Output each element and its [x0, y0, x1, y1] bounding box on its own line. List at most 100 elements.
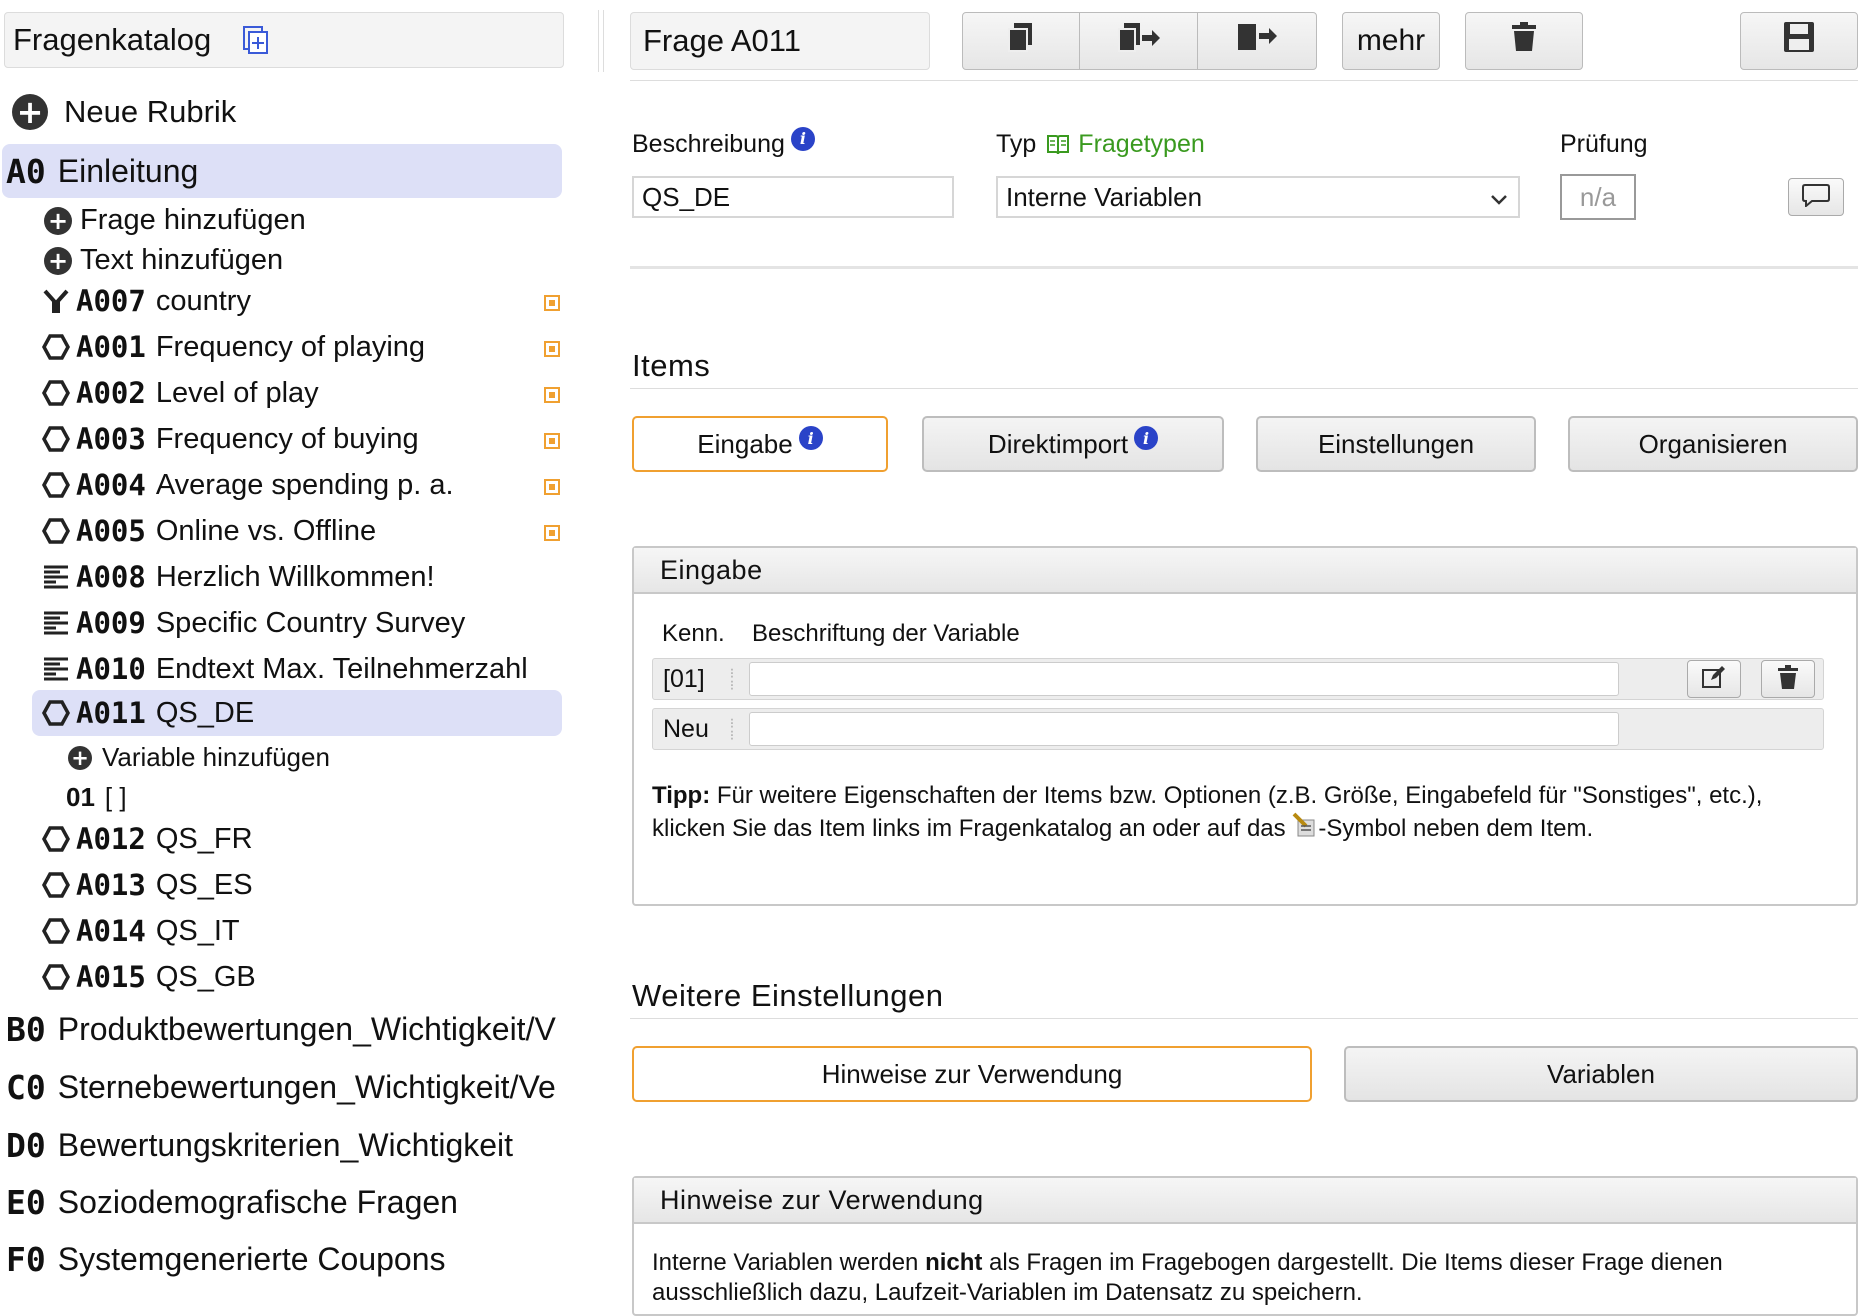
- hint-part1: Interne Variablen werden: [652, 1249, 926, 1276]
- description-value: QS_DE: [642, 181, 731, 212]
- comment-button[interactable]: [1788, 178, 1844, 216]
- question-a003[interactable]: A003 Frequency of buying: [42, 422, 419, 456]
- check-status[interactable]: n/a: [1560, 174, 1636, 220]
- question-label: Specific Country Survey: [155, 606, 466, 639]
- add-question-button[interactable]: + Frage hinzufügen: [44, 204, 306, 237]
- flag-icon[interactable]: [544, 479, 560, 495]
- rubric-f0[interactable]: F0 Systemgenerierte Coupons: [6, 1240, 446, 1279]
- form-rule: [630, 266, 1858, 269]
- tab-input[interactable]: Eingabe i: [632, 416, 888, 472]
- edit-icon: [1701, 665, 1727, 694]
- rubric-code: F0: [6, 1240, 46, 1279]
- items-rule: [630, 388, 1858, 389]
- question-a010[interactable]: A010 Endtext Max. Teilnehmerzahl: [42, 652, 528, 686]
- rubric-code: D0: [6, 1126, 46, 1165]
- tab-usage-notes[interactable]: Hinweise zur Verwendung: [632, 1046, 1312, 1102]
- edit-item-button[interactable]: [1687, 660, 1741, 698]
- question-icon: [42, 699, 70, 727]
- question-types-link[interactable]: Fragetypen: [1078, 130, 1204, 159]
- rubric-d0[interactable]: D0 Bewertungskriterien_Wichtigkeit: [6, 1126, 513, 1165]
- flag-icon[interactable]: [544, 433, 560, 449]
- question-a008[interactable]: A008 Herzlich Willkommen!: [42, 560, 435, 594]
- more-button[interactable]: mehr: [1342, 12, 1440, 70]
- flag-icon[interactable]: [544, 295, 560, 311]
- tab-usage-notes-label: Hinweise zur Verwendung: [821, 1058, 1123, 1089]
- tip-bold: Tipp:: [652, 782, 711, 809]
- tab-direct-import[interactable]: Direktimport i: [922, 416, 1224, 472]
- question-a012[interactable]: A012 QS_FR: [42, 822, 253, 856]
- panel-divider[interactable]: [598, 10, 604, 72]
- question-code: A003: [76, 422, 146, 456]
- toolbar-rule: [630, 80, 1858, 81]
- rubric-b0[interactable]: B0 Produktbewertungen_Wichtigkeit/V: [6, 1010, 570, 1049]
- description-input[interactable]: QS_DE: [632, 176, 954, 218]
- item-row[interactable]: [01] ⁝ ⁝: [652, 658, 1824, 700]
- new-item-label-input[interactable]: [749, 712, 1619, 746]
- catalog-header: Fragenkatalog: [4, 12, 564, 68]
- text-icon: [42, 655, 70, 683]
- save-icon: [1783, 21, 1815, 61]
- add-variable-button[interactable]: + Variable hinzufügen: [68, 742, 330, 773]
- item-row-new[interactable]: Neu ⁝ ⁝: [652, 708, 1824, 750]
- save-button[interactable]: [1740, 12, 1858, 70]
- more-settings-rule: [630, 1018, 1858, 1019]
- add-page-icon[interactable]: [241, 25, 271, 55]
- question-icon: [42, 917, 70, 945]
- new-rubric-button[interactable]: + Neue Rubrik: [12, 94, 236, 130]
- question-a009[interactable]: A009 Specific Country Survey: [42, 606, 465, 640]
- drag-handle-icon[interactable]: ⁝ ⁝: [725, 716, 739, 742]
- add-variable-label: Variable hinzufügen: [102, 742, 330, 772]
- copy-to-icon: [1116, 21, 1162, 61]
- add-text-button[interactable]: + Text hinzufügen: [44, 244, 283, 277]
- type-select[interactable]: Interne Variablen: [996, 176, 1520, 218]
- text-icon: [42, 609, 70, 637]
- question-icon: [42, 871, 70, 899]
- question-a011[interactable]: A011 QS_DE: [32, 690, 562, 736]
- question-a007[interactable]: A007 country: [42, 284, 251, 318]
- usage-notes-text: Interne Variablen werden nicht als Frage…: [652, 1248, 1842, 1308]
- info-icon[interactable]: i: [798, 426, 823, 450]
- question-a013[interactable]: A013 QS_ES: [42, 868, 253, 902]
- move-to-button[interactable]: [1197, 12, 1317, 70]
- flag-icon[interactable]: [544, 341, 560, 357]
- flag-icon[interactable]: [544, 525, 560, 541]
- rubric-e0[interactable]: E0 Soziodemografische Fragen: [6, 1183, 458, 1222]
- question-title-text: Frage A011: [643, 23, 801, 58]
- question-icon: [42, 471, 70, 499]
- question-icon: [42, 825, 70, 853]
- plus-circle-icon: +: [44, 246, 72, 275]
- variable-01[interactable]: 01 [ ]: [66, 782, 127, 813]
- copy-to-button[interactable]: [1079, 12, 1198, 70]
- tab-direct-import-label: Direktimport: [987, 428, 1129, 459]
- info-icon[interactable]: i: [790, 126, 815, 151]
- question-a014[interactable]: A014 QS_IT: [42, 914, 240, 948]
- question-a015[interactable]: A015 QS_GB: [42, 960, 256, 994]
- tab-organize[interactable]: Organisieren: [1568, 416, 1858, 472]
- more-label: mehr: [1356, 24, 1426, 57]
- question-a001[interactable]: A001 Frequency of playing: [42, 330, 425, 364]
- copy-button[interactable]: [962, 12, 1080, 70]
- info-icon[interactable]: i: [1134, 426, 1159, 450]
- question-code: A008: [76, 560, 146, 594]
- delete-button[interactable]: [1465, 12, 1583, 70]
- check-value: n/a: [1579, 181, 1617, 212]
- rubric-a0[interactable]: A0 Einleitung: [2, 144, 562, 198]
- tab-variables[interactable]: Variablen: [1344, 1046, 1858, 1102]
- question-label: QS_IT: [155, 914, 240, 947]
- rubric-c0[interactable]: C0 Sternebewertungen_Wichtigkeit/Ve: [6, 1068, 570, 1107]
- tab-variables-label: Variablen: [1547, 1058, 1655, 1089]
- delete-item-button[interactable]: [1761, 660, 1815, 698]
- tab-settings[interactable]: Einstellungen: [1256, 416, 1536, 472]
- item-label-input[interactable]: [749, 662, 1619, 696]
- flag-icon[interactable]: [544, 387, 560, 403]
- drag-handle-icon[interactable]: ⁝ ⁝: [725, 666, 739, 692]
- add-text-label: Text hinzufügen: [80, 244, 284, 276]
- rubric-code: B0: [6, 1010, 46, 1049]
- book-icon: [1046, 134, 1070, 156]
- question-label: Herzlich Willkommen!: [155, 560, 435, 593]
- chevron-down-icon: [1490, 182, 1508, 213]
- question-a004[interactable]: A004 Average spending p. a.: [42, 468, 454, 502]
- question-a005[interactable]: A005 Online vs. Offline: [42, 514, 376, 548]
- item-id: [01]: [663, 664, 705, 693]
- question-a002[interactable]: A002 Level of play: [42, 376, 319, 410]
